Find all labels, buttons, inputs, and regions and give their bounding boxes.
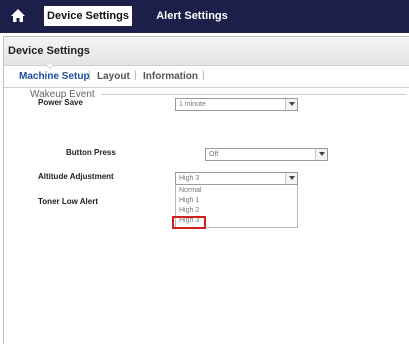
chevron-down-icon xyxy=(289,176,295,180)
chevron-down-icon xyxy=(319,152,325,156)
dropdown-arrow[interactable] xyxy=(285,173,297,184)
power-save-select[interactable]: 1 minute xyxy=(175,98,298,111)
altitude-adjustment-label: Altitude Adjustment xyxy=(38,172,114,181)
sub-navigation: Machine Setup | Layout | Information | xyxy=(4,66,409,88)
tab-device-settings[interactable]: Device Settings xyxy=(44,6,132,26)
tab-alert-settings[interactable]: Alert Settings xyxy=(150,6,234,26)
wakeup-event-heading: Wakeup Event xyxy=(30,89,95,100)
subnav-machine-setup[interactable]: Machine Setup xyxy=(19,71,90,82)
dropdown-option-normal[interactable]: Normal xyxy=(179,187,202,194)
subnav-separator: | xyxy=(134,70,137,81)
section-divider xyxy=(101,94,406,95)
dropdown-arrow[interactable] xyxy=(315,149,327,160)
subnav-separator: | xyxy=(88,70,91,81)
power-save-value: 1 minute xyxy=(179,101,206,108)
home-icon xyxy=(11,9,25,22)
subnav-separator: | xyxy=(202,70,205,81)
active-tab-caret-icon xyxy=(46,64,54,70)
subnav-information[interactable]: Information xyxy=(143,71,198,82)
dropdown-option-high-2[interactable]: High 2 xyxy=(179,207,199,214)
chevron-down-icon xyxy=(289,102,295,106)
altitude-adjustment-select[interactable]: High 3 xyxy=(175,172,298,185)
top-navigation-bar: Device Settings Alert Settings xyxy=(0,0,409,33)
dropdown-arrow[interactable] xyxy=(285,99,297,110)
button-press-label: Button Press xyxy=(66,148,116,157)
subnav-layout[interactable]: Layout xyxy=(97,71,130,82)
highlight-box xyxy=(172,216,206,229)
home-button[interactable] xyxy=(7,6,29,26)
altitude-adjustment-value: High 3 xyxy=(179,175,200,182)
dropdown-option-high-1[interactable]: High 1 xyxy=(179,197,199,204)
toner-low-alert-label: Toner Low Alert xyxy=(38,197,98,206)
page-title: Device Settings xyxy=(8,45,90,57)
panel-header: Device Settings xyxy=(4,37,409,66)
button-press-value: Off xyxy=(209,151,219,158)
button-press-select[interactable]: Off xyxy=(205,148,328,161)
